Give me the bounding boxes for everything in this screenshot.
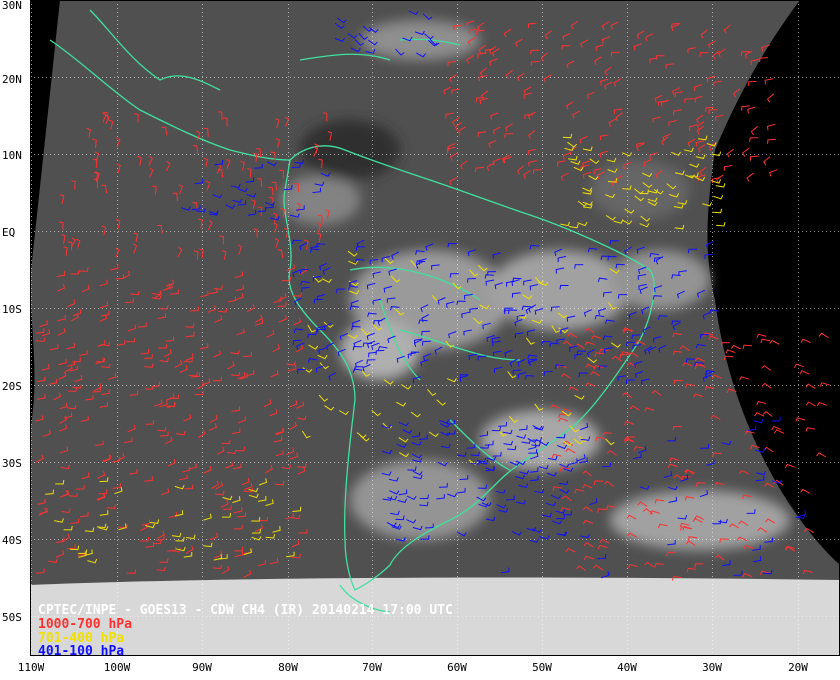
- lon-label: 20W: [788, 661, 808, 674]
- lat-label: 20S: [2, 380, 22, 393]
- satellite-image-layer: [30, 0, 840, 655]
- legend-high-level: 401-100 hPa: [38, 644, 125, 659]
- lat-label: 20N: [2, 73, 22, 86]
- lat-label: 30S: [2, 457, 22, 470]
- lon-label: 90W: [192, 661, 212, 674]
- lat-label: 40S: [2, 534, 22, 547]
- lon-label: 100W: [103, 661, 131, 674]
- lon-label: 70W: [362, 661, 382, 674]
- lon-label: 50W: [532, 661, 552, 674]
- lat-label: 30N: [2, 0, 22, 12]
- satellite-map: [30, 0, 840, 656]
- lon-label: 60W: [447, 661, 467, 674]
- lon-label: 110W: [17, 661, 45, 674]
- lat-label: 10S: [2, 303, 22, 316]
- lat-label: 50S: [2, 611, 22, 624]
- lat-label: EQ: [2, 226, 16, 239]
- legend-low-level: 1000-700 hPa: [38, 617, 132, 632]
- lat-label: 10N: [2, 149, 22, 162]
- satellite-map-frame: 30N 20N 10N EQ 10S 20S 30S 40S 50S 110W …: [0, 0, 840, 680]
- lon-label: 30W: [702, 661, 722, 674]
- lon-label: 80W: [278, 661, 298, 674]
- lon-label: 40W: [617, 661, 637, 674]
- map-caption-title: CPTEC/INPE - GOES13 - CDW CH4 (IR) 20140…: [38, 603, 453, 618]
